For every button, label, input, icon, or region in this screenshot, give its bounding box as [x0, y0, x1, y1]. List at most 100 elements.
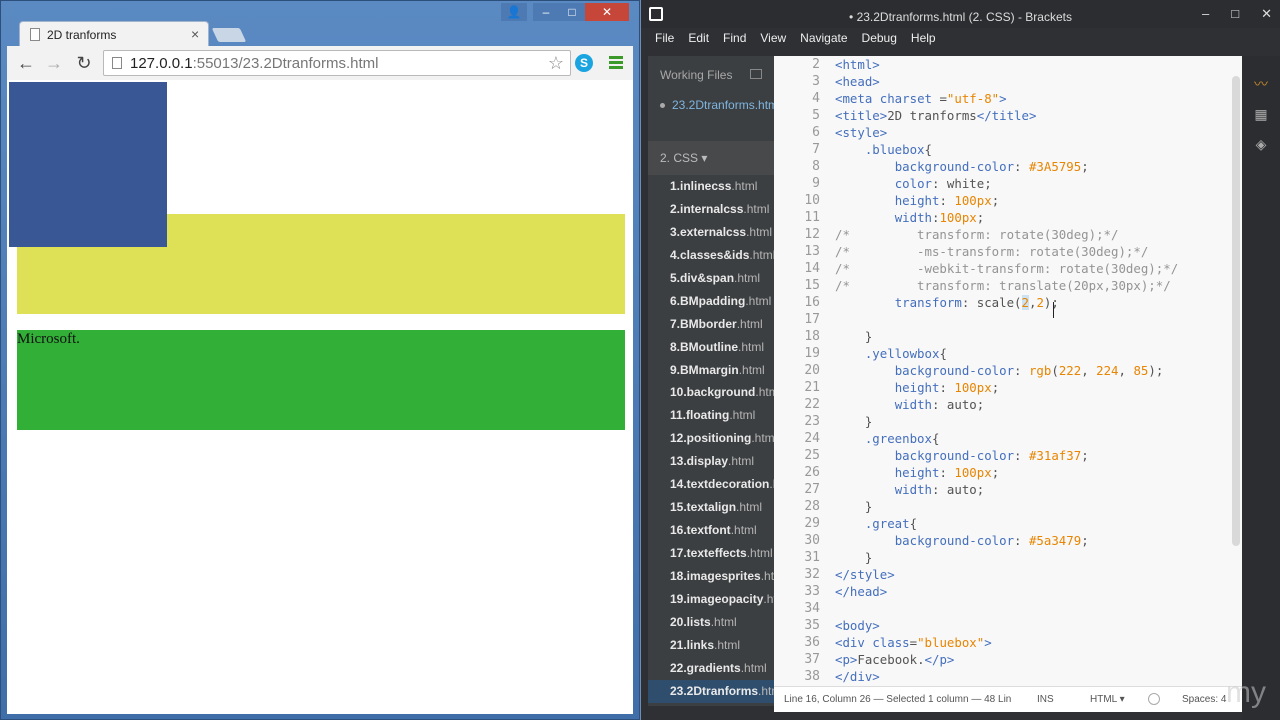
- menu-item-find[interactable]: Find: [723, 31, 746, 45]
- linter-status-icon[interactable]: [1148, 693, 1160, 705]
- working-file-item[interactable]: 23.2Dtranforms.html: [660, 98, 774, 112]
- close-button[interactable]: ✕: [1261, 6, 1272, 22]
- window-controls: – □ ✕: [1202, 6, 1272, 22]
- toolbar-right: 〰 ▦ ◈: [1242, 56, 1280, 720]
- new-tab-button[interactable]: [211, 28, 247, 42]
- tab-close-icon[interactable]: ×: [191, 26, 199, 42]
- code-line: <head>: [835, 73, 1235, 90]
- layers-icon[interactable]: ◈: [1251, 136, 1271, 152]
- file-item[interactable]: 10.background.html: [648, 381, 774, 404]
- menu-item-edit[interactable]: Edit: [688, 31, 709, 45]
- minimize-button[interactable]: –: [1202, 6, 1209, 22]
- vertical-scrollbar[interactable]: [1232, 76, 1240, 546]
- menu-item-view[interactable]: View: [760, 31, 786, 45]
- code-token: :: [939, 193, 955, 208]
- file-extension: .html: [738, 362, 765, 377]
- extension-manager-icon[interactable]: ▦: [1251, 106, 1271, 122]
- language-mode-dropdown[interactable]: HTML ▾: [1090, 694, 1125, 705]
- address-bar[interactable]: 127.0.0.1:55013/23.2Dtranforms.html ☆: [103, 50, 571, 76]
- file-item[interactable]: 17.texteffects.html: [648, 542, 774, 565]
- project-dropdown[interactable]: 2. CSS ▾: [648, 141, 774, 175]
- file-item[interactable]: 7.BMborder.html: [648, 313, 774, 336]
- code-token: ;: [1081, 159, 1089, 174]
- code-token: </title>: [976, 108, 1037, 123]
- maximize-button[interactable]: □: [559, 3, 585, 21]
- file-item[interactable]: 16.textfont.html: [648, 519, 774, 542]
- file-item[interactable]: 13.display.html: [648, 450, 774, 473]
- file-name: 8.BMoutline: [670, 339, 738, 354]
- code-editor[interactable]: 2 3 4 5 6 7 8 9 10 11 12 13 14 15 16 17 18 19 20 21 22 23 24 25…: [774, 56, 1242, 686]
- skype-icon[interactable]: S: [575, 54, 593, 72]
- code-area[interactable]: <html> <head> <meta charset ="utf-8"> <titl…: [835, 56, 1235, 686]
- split-view-icon[interactable]: [750, 69, 762, 79]
- file-item[interactable]: 11.floating.html: [648, 404, 774, 427]
- file-item[interactable]: 14.textdecoration.html: [648, 473, 774, 496]
- file-item[interactable]: 6.BMpadding.html: [648, 290, 774, 313]
- code-token: background-color: [894, 448, 1015, 463]
- file-item[interactable]: 23.2Dtranforms.html: [648, 679, 774, 703]
- chrome-menu-icon[interactable]: [609, 56, 623, 70]
- reload-icon[interactable]: ↻: [73, 52, 95, 74]
- file-name: 7.BMborder: [670, 316, 737, 331]
- file-extension: .html: [758, 683, 774, 698]
- code-token: :: [1014, 363, 1029, 378]
- file-item[interactable]: 8.BMoutline.html: [648, 336, 774, 359]
- code-token: width: [894, 210, 932, 225]
- code-token: {: [931, 431, 940, 446]
- file-item[interactable]: 12.positioning.html: [648, 427, 774, 450]
- code-line: <meta charset ="utf-8">: [835, 90, 1235, 107]
- line-gutter: 2 3 4 5 6 7 8 9 10 11 12 13 14 15 16 17 18 19 20 21 22 23 24 25…: [774, 56, 826, 686]
- url-text: 127.0.0.1:55013/23.2Dtranforms.html: [130, 55, 379, 72]
- code-token: 100px: [954, 465, 992, 480]
- code-token: );: [1148, 363, 1164, 378]
- indent-setting[interactable]: Spaces: 4: [1182, 694, 1226, 705]
- file-item[interactable]: 21.links.html: [648, 634, 774, 657]
- file-item[interactable]: 9.BMmargin.html: [648, 359, 774, 382]
- menu-item-help[interactable]: Help: [911, 31, 936, 45]
- code-line: transform: scale(2,2);: [835, 294, 1235, 311]
- close-button[interactable]: ✕: [585, 3, 629, 21]
- code-line: /* -webkit-transform: rotate(30deg);*/: [835, 260, 1235, 277]
- file-item[interactable]: 18.imagesprites.html: [648, 565, 774, 588]
- line-number: 37: [804, 652, 820, 667]
- file-item[interactable]: 1.inlinecss.html: [648, 175, 774, 198]
- maximize-button[interactable]: □: [1231, 6, 1239, 22]
- file-name: 15.textalign: [670, 500, 737, 515]
- line-number: 17: [804, 312, 820, 327]
- file-item[interactable]: 15.textalign.html: [648, 496, 774, 519]
- code-token: 224: [1096, 363, 1119, 378]
- browser-tab[interactable]: 2D tranforms ×: [19, 21, 209, 47]
- line-number: 12: [804, 227, 820, 242]
- file-item[interactable]: 22.gradients.html: [648, 657, 774, 680]
- file-item[interactable]: 4.classes&ids.html: [648, 244, 774, 267]
- file-item[interactable]: 2.internalcss.html: [648, 198, 774, 221]
- user-icon[interactable]: 👤: [501, 3, 527, 21]
- file-name: 2.internalcss: [670, 201, 744, 216]
- line-number: 38: [804, 669, 820, 684]
- bookmark-star-icon[interactable]: ☆: [548, 53, 564, 74]
- file-extension: .html: [743, 201, 770, 216]
- code-token: : white;: [932, 176, 992, 191]
- file-name: 18.imagesprites: [670, 568, 761, 583]
- forward-icon[interactable]: →: [43, 52, 65, 74]
- menu-item-debug[interactable]: Debug: [862, 31, 897, 45]
- live-preview-icon[interactable]: 〰: [1251, 74, 1271, 92]
- code-token: }: [835, 499, 873, 514]
- file-item[interactable]: 3.externalcss.html: [648, 221, 774, 244]
- file-item[interactable]: 5.div&span.html: [648, 267, 774, 290]
- back-icon[interactable]: ←: [15, 52, 37, 74]
- file-item[interactable]: 19.imageopacity.html: [648, 588, 774, 611]
- menu-item-navigate[interactable]: Navigate: [800, 31, 847, 45]
- code-line: }: [835, 328, 1235, 345]
- file-item[interactable]: 20.lists.html: [648, 611, 774, 634]
- code-token: <meta: [835, 91, 880, 106]
- code-token: {: [939, 346, 947, 361]
- insert-mode[interactable]: INS: [1037, 694, 1054, 705]
- menu-item-file[interactable]: File: [655, 31, 674, 45]
- minimize-button[interactable]: –: [533, 3, 559, 21]
